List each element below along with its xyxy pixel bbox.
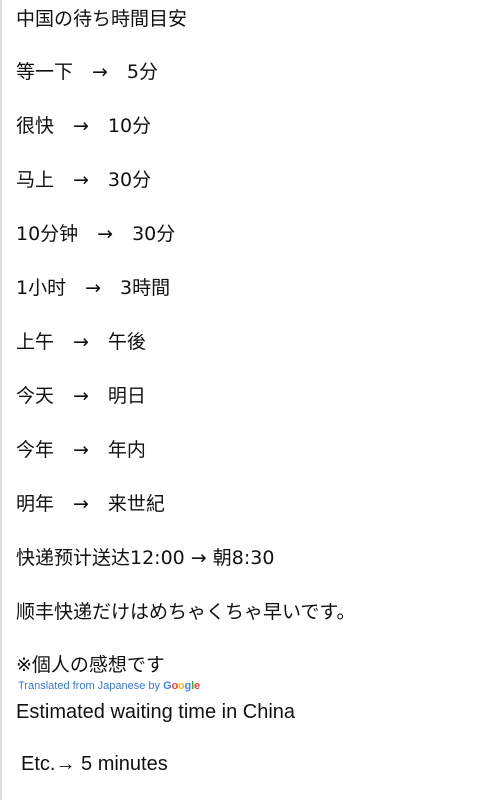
list-item: 马上 → 30分: [16, 169, 152, 191]
list-item: 10分钟 → 30分: [16, 223, 176, 245]
translated-by-google-link[interactable]: Translated from Japanese by Google: [18, 680, 492, 693]
google-letter: e: [193, 680, 200, 692]
list-item: 顺丰快递だけはめちゃくちゃ早いです。: [16, 601, 356, 623]
list-item: 等一下 → 5分: [16, 61, 159, 83]
list-item: 1小时 → 3時間: [16, 277, 171, 299]
list-item: 今年 → 年内: [16, 439, 146, 461]
list-item: 今天 → 明日: [16, 385, 146, 407]
translated-prefix: Translated from Japanese by: [18, 680, 164, 692]
post-title: 中国の待ち時間目安: [16, 8, 188, 30]
google-logo: Google: [163, 680, 200, 692]
list-item: 明年 → 来世紀: [16, 493, 165, 515]
post-frame: 中国の待ち時間目安 等一下 → 5分 很快 → 10分 马上 → 30分 10分…: [0, 0, 500, 800]
post-note: ※個人の感想です: [16, 654, 165, 676]
list-item: 很快 → 10分: [16, 115, 152, 137]
post-body: 中国の待ち時間目安 等一下 → 5分 很快 → 10分 马上 → 30分 10分…: [16, 6, 492, 777]
translated-title: Estimated waiting time in China: [16, 701, 296, 723]
translated-item: Etc.→ 5 minutes: [21, 753, 168, 775]
list-item: 上午 → 午後: [16, 331, 146, 353]
list-item: 快递预计送达12:00 → 朝8:30: [16, 547, 275, 569]
